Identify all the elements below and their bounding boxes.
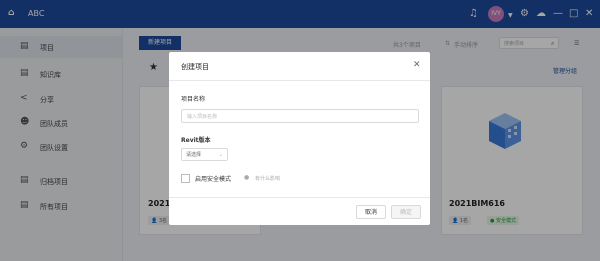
- chevron-down-icon: ⌄: [218, 152, 223, 158]
- safe-mode-checkbox[interactable]: [181, 174, 190, 183]
- divider: [169, 80, 430, 81]
- revit-version-select[interactable]: 请选择 ⌄: [181, 148, 228, 161]
- confirm-button[interactable]: 确定: [391, 205, 421, 219]
- close-icon[interactable]: ✕: [413, 60, 421, 70]
- safe-mode-hint[interactable]: 有什么影响: [255, 175, 280, 182]
- revit-version-value: 请选择: [186, 152, 202, 158]
- divider: [169, 197, 430, 198]
- create-project-dialog: 创建项目 ✕ 项目名称 输入项目名称 Revit版本 请选择 ⌄ 启用安全模式 …: [169, 52, 430, 225]
- project-name-label: 项目名称: [181, 96, 206, 103]
- safe-mode-label: 启用安全模式: [195, 176, 232, 183]
- dialog-title: 创建项目: [181, 63, 209, 71]
- project-name-input[interactable]: 输入项目名称: [181, 109, 419, 123]
- revit-version-label: Revit版本: [181, 137, 211, 144]
- cancel-button[interactable]: 取消: [356, 205, 386, 219]
- help-icon[interactable]: ●: [244, 174, 249, 181]
